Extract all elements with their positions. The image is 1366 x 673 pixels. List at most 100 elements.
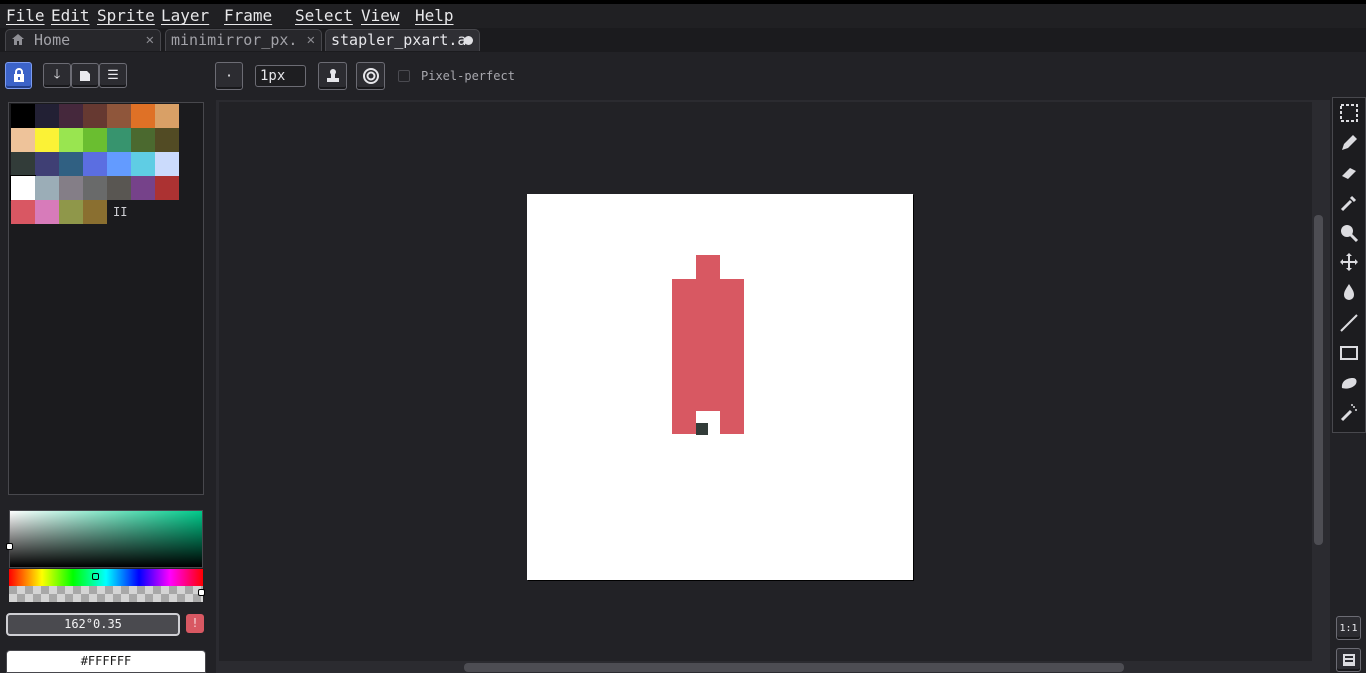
eyedropper-tool[interactable] (1336, 190, 1361, 215)
palette-swatch[interactable] (107, 152, 131, 176)
hsv-value-field[interactable]: 162°0.35 (6, 613, 180, 636)
saturation-value-area[interactable] (9, 510, 203, 568)
palette-swatch[interactable] (155, 176, 179, 200)
palette-swatch[interactable] (107, 104, 131, 128)
menu-bar: File Edit Sprite Layer Frame Select View… (0, 0, 1366, 28)
vertical-scrollbar[interactable] (1314, 215, 1323, 545)
alpha-handle[interactable] (198, 589, 205, 596)
modified-dot-icon[interactable] (464, 36, 473, 45)
palette-swatch[interactable] (11, 128, 35, 152)
sv-handle[interactable] (6, 543, 13, 550)
sprite-canvas[interactable] (527, 194, 913, 580)
palette-swatch[interactable] (131, 176, 155, 200)
eraser-tool[interactable] (1336, 160, 1361, 185)
zoom-tool[interactable] (1336, 220, 1361, 245)
spray-tool[interactable] (1336, 400, 1361, 425)
palette-swatch[interactable] (83, 176, 107, 200)
tab-home[interactable]: Home ✕ (5, 29, 161, 51)
alpha-slider[interactable] (9, 586, 203, 602)
palette-swatch[interactable] (131, 128, 155, 152)
palette-swatch[interactable] (11, 152, 35, 176)
lock-icon (13, 68, 24, 82)
hue-slider[interactable] (9, 569, 203, 586)
fill-tool[interactable] (1336, 279, 1361, 304)
lock-button[interactable] (5, 62, 32, 89)
palette-swatch[interactable] (83, 200, 107, 224)
hue-handle[interactable] (92, 573, 99, 580)
palette-swatch[interactable] (59, 104, 83, 128)
palette-swatch[interactable] (10, 175, 36, 201)
lasso-icon (1341, 377, 1357, 389)
palette-swatch[interactable] (155, 104, 179, 128)
palette-swatch[interactable] (59, 200, 83, 224)
hex-value-field[interactable]: #FFFFFF (6, 650, 206, 673)
document-icon (80, 70, 90, 81)
palette-swatch[interactable] (59, 176, 83, 200)
color-warning-button[interactable]: ! (186, 614, 204, 633)
pencil-icon (1341, 134, 1357, 150)
menu-file[interactable]: File (6, 6, 45, 25)
move-tool[interactable] (1336, 249, 1361, 274)
ink-button[interactable] (318, 62, 347, 90)
marquee-icon (1339, 103, 1358, 122)
pencil-tool[interactable] (1336, 130, 1361, 155)
actual-size-button[interactable]: 1:1 (1336, 616, 1361, 640)
palette-swatch[interactable] (83, 104, 107, 128)
eraser-icon (1341, 167, 1356, 179)
rectangle-tool[interactable] (1336, 340, 1361, 365)
palette-swatch[interactable] (59, 128, 83, 152)
menu-sprite[interactable]: Sprite (97, 6, 155, 25)
palette-menu-button[interactable]: ☰ (99, 63, 127, 88)
load-palette-button[interactable]: 🡓 (43, 63, 71, 88)
palette-swatch[interactable] (11, 104, 35, 128)
menu-select[interactable]: Select (295, 6, 353, 25)
palette-swatch[interactable] (35, 176, 59, 200)
opacity-button[interactable] (356, 62, 385, 90)
rectangle-icon (1339, 345, 1358, 360)
palette-swatch[interactable] (131, 152, 155, 176)
palette-swatch[interactable] (35, 104, 59, 128)
lasso-tool[interactable] (1336, 370, 1361, 395)
line-icon (1339, 313, 1358, 332)
palette-swatch[interactable] (35, 152, 59, 176)
menu-view[interactable]: View (361, 6, 400, 25)
filmstrip-icon (1342, 654, 1355, 666)
brush-size-field[interactable]: 1px (255, 65, 306, 87)
save-palette-button[interactable] (71, 63, 99, 88)
palette-swatch[interactable] (83, 128, 107, 152)
close-icon[interactable]: ✕ (146, 30, 154, 51)
menu-layer[interactable]: Layer (161, 6, 209, 25)
marquee-tool[interactable] (1336, 100, 1361, 125)
tab-stapler[interactable]: stapler_pxart.a (325, 29, 480, 51)
pixel-perfect-checkbox[interactable] (398, 70, 410, 82)
palette-swatch[interactable] (35, 128, 59, 152)
palette-swatch[interactable] (35, 200, 59, 224)
circle-target-icon (362, 68, 379, 84)
palette-swatch[interactable] (155, 152, 179, 176)
palette-more-label: II (113, 205, 128, 219)
tab-bar: Home ✕ minimirror_px. ✕ stapler_pxart.a (0, 28, 1366, 52)
line-tool[interactable] (1336, 310, 1361, 335)
palette-swatch[interactable] (59, 152, 83, 176)
tab-minimirror[interactable]: minimirror_px. ✕ (165, 29, 322, 51)
brush-type-label: · (225, 68, 233, 84)
stapler-top-pixel (696, 255, 720, 279)
brush-type-button[interactable]: · (215, 62, 243, 90)
palette-swatch[interactable] (11, 200, 35, 224)
palette-swatch[interactable] (131, 104, 155, 128)
menu-edit[interactable]: Edit (51, 6, 90, 25)
palette-swatch[interactable] (107, 128, 131, 152)
horizontal-scrollbar[interactable] (464, 663, 1124, 672)
palette-swatch[interactable] (83, 152, 107, 176)
pixel-perfect-label: Pixel-perfect (421, 69, 515, 83)
tab-minimirror-label: minimirror_px. (171, 31, 298, 49)
close-icon[interactable]: ✕ (307, 30, 315, 51)
menu-help[interactable]: Help (415, 6, 454, 25)
dark-pixel (696, 423, 708, 435)
menu-frame[interactable]: Frame (224, 6, 272, 25)
palette-swatch[interactable] (107, 176, 131, 200)
move-icon (1339, 252, 1358, 271)
palette-swatch[interactable] (155, 128, 179, 152)
timeline-button[interactable] (1336, 648, 1361, 672)
tab-stapler-label: stapler_pxart.a (331, 31, 467, 49)
